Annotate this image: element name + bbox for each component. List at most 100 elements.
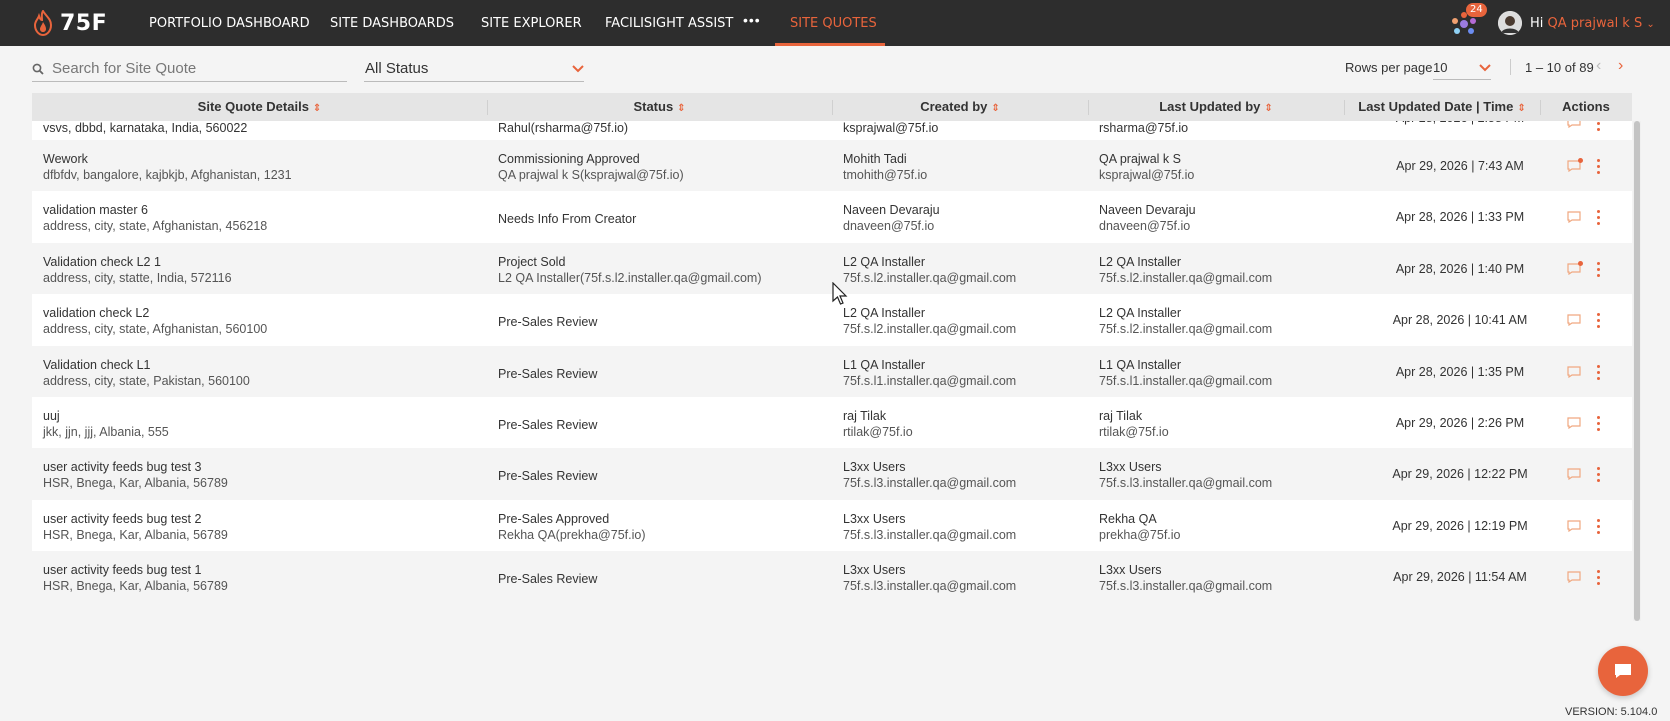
status-label: Pre-Sales Review xyxy=(498,315,598,330)
last-updated-by-cell: Naveen Devaraju dnaveen@75f.io xyxy=(1099,202,1196,234)
status-label: Needs Info From Creator xyxy=(498,212,637,227)
nav-facilisight-assist[interactable]: FACILISIGHT ASSIST xyxy=(605,16,733,31)
column-header-last-updated-date[interactable]: Last Updated Date | Time ⇕ xyxy=(1344,93,1540,121)
row-actions-kebab-icon[interactable] xyxy=(1597,313,1601,329)
search-icon xyxy=(32,63,44,75)
user-name: QA prajwal k S xyxy=(1547,16,1643,31)
row-actions-kebab-icon[interactable] xyxy=(1597,159,1601,175)
row-actions-kebab-icon[interactable] xyxy=(1597,467,1601,483)
created-by-email: tmohith@75f.io xyxy=(843,168,928,182)
nav-site-dashboards[interactable]: SITE DASHBOARDS xyxy=(330,16,454,31)
comment-icon[interactable] xyxy=(1567,314,1581,327)
status-label: Pre-Sales Review xyxy=(498,572,598,587)
comment-icon[interactable] xyxy=(1567,365,1581,378)
updated-by-email: dnaveen@75f.io xyxy=(1099,219,1191,234)
table-row[interactable]: user activity feeds bug test 1 HSR, Bnega… xyxy=(32,551,1632,606)
updated-by-email: ksprajwal@75f.io xyxy=(1099,168,1195,182)
status-label: Pre-Sales Review xyxy=(498,418,598,432)
chat-button[interactable] xyxy=(1598,646,1648,696)
row-actions-kebab-icon[interactable] xyxy=(1597,518,1601,535)
created-by-name: L3xx Users xyxy=(843,563,906,578)
column-header-last-updated-by[interactable]: Last Updated by ⇕ xyxy=(1088,93,1344,121)
updated-by-email: 75f.s.l2.installer.qa@gmail.com xyxy=(1099,270,1273,285)
comment-icon[interactable] xyxy=(1567,417,1581,429)
rows-per-page-label: Rows per page xyxy=(1345,60,1433,75)
nav-portfolio-dashboard[interactable]: PORTFOLIO DASHBOARD xyxy=(149,16,310,31)
created-by-name: L2 QA Installer xyxy=(843,254,925,269)
created-by-email: dnaveen@75f.io xyxy=(843,219,935,234)
last-updated-by-cell: rsharma@75f.io xyxy=(1099,120,1188,136)
next-page-icon[interactable]: › xyxy=(1618,57,1623,75)
column-header-created-by[interactable]: Created by ⇕ xyxy=(832,93,1088,121)
nav-site-explorer[interactable]: SITE EXPLORER xyxy=(481,16,582,31)
created-by-cell: L1 QA Installer 75f.s.l1.installer.qa@gma… xyxy=(843,357,1016,389)
site-quote-address: address, city, state, Afghanistan, 56010… xyxy=(43,322,268,337)
table-row[interactable]: uuj jkk, jjn, jjj, Albania, 555 Pre-Sales … xyxy=(32,397,1632,451)
created-by-cell: ksprajwal@75f.io xyxy=(843,120,938,136)
site-quote-address: address, city, state, Afghanistan, 45621… xyxy=(43,219,268,234)
updated-by-name: L1 QA Installer xyxy=(1099,357,1181,372)
site-quote-name: Validation check L1 xyxy=(43,357,151,372)
search-input[interactable] xyxy=(52,60,332,77)
updated-by-email: 75f.s.l3.installer.qa@gmail.com xyxy=(1099,476,1273,491)
last-updated-date: Apr 28, 2026 | 10:41 AM xyxy=(1392,313,1528,328)
table-row[interactable]: user activity feeds bug test 3 HSR, Bnega… xyxy=(32,448,1632,503)
row-actions-kebab-icon[interactable] xyxy=(1597,570,1601,586)
row-actions-kebab-icon[interactable] xyxy=(1597,210,1601,226)
user-greeting[interactable]: Hi QA prajwal k S ⌄ xyxy=(1530,16,1655,31)
table-row[interactable]: Wework dfbfdv, bangalore, kajbkjb, Afghan… xyxy=(32,140,1632,194)
site-quote-details: user activity feeds bug test 3 HSR, Bnega… xyxy=(43,459,228,491)
created-by-cell: L2 QA Installer 75f.s.l2.installer.qa@gma… xyxy=(843,254,1016,286)
row-actions-kebab-icon[interactable] xyxy=(1597,261,1601,278)
comment-icon[interactable] xyxy=(1567,468,1581,481)
status-label: Pre-Sales Approved xyxy=(498,511,610,526)
created-by-cell: L3xx Users 75f.s.l3.installer.qa@gmail.co… xyxy=(843,459,1016,491)
user-avatar-icon xyxy=(1498,11,1522,35)
site-quote-details: Wework dfbfdv, bangalore, kajbkjb, Afghan… xyxy=(43,151,292,183)
column-label: Site Quote Details xyxy=(197,99,309,114)
nav-site-quotes[interactable]: SITE QUOTES xyxy=(790,16,877,31)
site-quote-details: vsvs, dbbd, karnataka, India, 560022 xyxy=(43,120,247,136)
last-updated-by-cell: QA prajwal k S ksprajwal@75f.io xyxy=(1099,151,1194,183)
brand-logo[interactable]: 75F xyxy=(32,10,107,36)
previous-page-icon[interactable]: ‹ xyxy=(1596,57,1601,75)
rows-per-page-select[interactable]: 10 xyxy=(1433,56,1491,80)
chat-icon xyxy=(1615,664,1631,678)
site-quote-address: jkk, jjn, jjj, Albania, 555 xyxy=(43,425,169,439)
status-cell: Rahul(rsharma@75f.io) xyxy=(498,120,628,136)
updated-by-email: 75f.s.l2.installer.qa@gmail.com xyxy=(1099,322,1273,337)
more-ellipsis-icon[interactable]: ••• xyxy=(743,12,761,28)
mouse-cursor-icon xyxy=(832,282,848,305)
table-row[interactable]: Validation check L1 address, city, state,… xyxy=(32,345,1632,400)
top-navbar: 75F PORTFOLIO DASHBOARD SITE DASHBOARDS … xyxy=(0,0,1670,46)
last-updated-by-cell: L3xx Users 75f.s.l3.installer.qa@gmail.co… xyxy=(1099,562,1272,594)
updated-by-email: prekha@75f.io xyxy=(1099,527,1181,542)
site-quote-details: validation master 6 address, city, state,… xyxy=(43,202,267,234)
table-row[interactable]: user activity feeds bug test 2 HSR, Bnega… xyxy=(32,499,1632,554)
row-actions-kebab-icon[interactable] xyxy=(1597,416,1601,432)
user-avatar[interactable] xyxy=(1498,11,1522,35)
created-by-name: Mohith Tadi xyxy=(843,152,907,166)
site-quote-name: uuj xyxy=(43,409,60,423)
column-label: Status xyxy=(633,99,674,114)
status-by: Rahul(rsharma@75f.io) xyxy=(498,121,629,135)
updated-by-email: rsharma@75f.io xyxy=(1099,121,1189,135)
table-row[interactable]: validation master 6 address, city, state,… xyxy=(32,191,1632,246)
search-box[interactable] xyxy=(32,56,347,82)
column-label: Actions xyxy=(1562,99,1610,114)
status-cell: Pre-Sales Review xyxy=(498,417,597,433)
site-quote-address: HSR, Bnega, Kar, Albania, 56789 xyxy=(43,579,228,594)
status-filter-select[interactable]: All Status xyxy=(364,56,584,82)
column-header-site-quote-details[interactable]: Site Quote Details ⇕ xyxy=(32,93,487,121)
table-scrollbar-thumb[interactable] xyxy=(1634,121,1640,621)
created-by-name: L2 QA Installer xyxy=(843,306,925,321)
comment-icon[interactable] xyxy=(1567,211,1581,224)
comment-icon[interactable] xyxy=(1567,520,1581,532)
created-by-email: rtilak@75f.io xyxy=(843,425,913,439)
column-header-status[interactable]: Status ⇕ xyxy=(487,93,832,121)
site-quote-details: validation check L2 address, city, state,… xyxy=(43,305,267,337)
created-by-cell: Mohith Tadi tmohith@75f.io xyxy=(843,151,927,183)
comment-icon[interactable] xyxy=(1567,571,1581,584)
new-comment-dot xyxy=(1578,260,1583,266)
row-actions-kebab-icon[interactable] xyxy=(1597,364,1601,381)
